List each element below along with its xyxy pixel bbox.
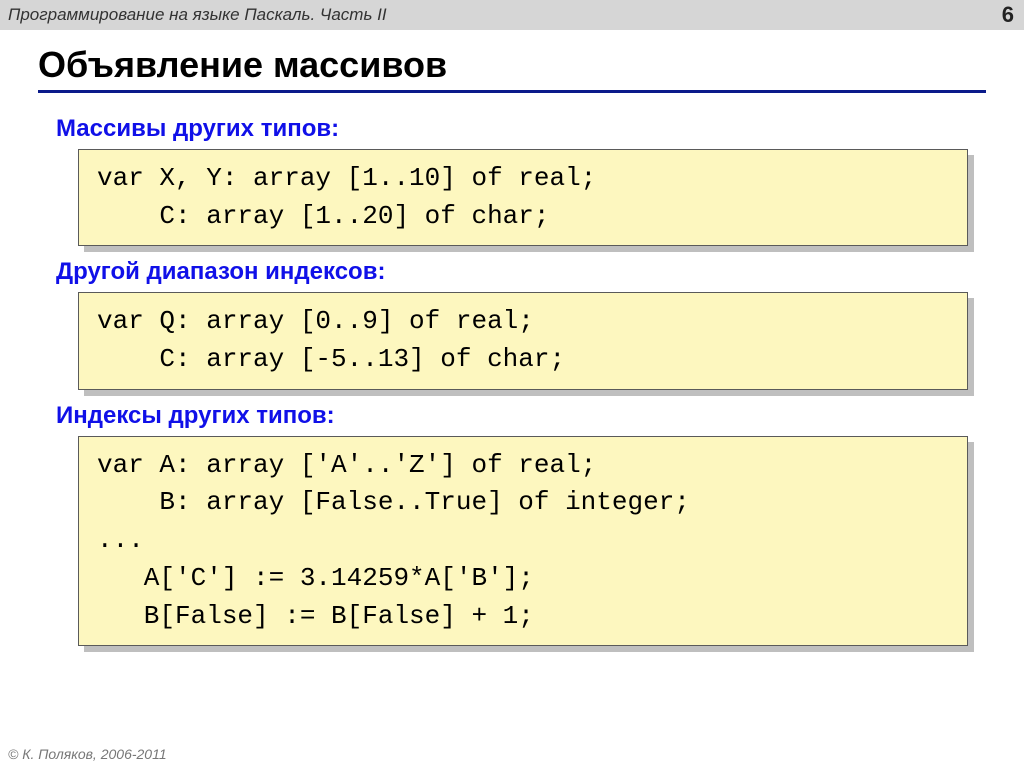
codebox-2: var A: array ['A'..'Z'] of real; B: arra…	[78, 436, 968, 646]
footer-copyright: © К. Поляков, 2006-2011	[8, 746, 167, 762]
codebox-wrap-0: var X, Y: array [1..10] of real; C: arra…	[78, 149, 968, 246]
section-label-2: Индексы других типов:	[56, 402, 968, 430]
codebox-wrap-2: var A: array ['A'..'Z'] of real; B: arra…	[78, 436, 968, 646]
section-label-0: Массивы других типов:	[56, 115, 968, 143]
slide: Программирование на языке Паскаль. Часть…	[0, 0, 1024, 768]
codebox-wrap-1: var Q: array [0..9] of real; C: array [-…	[78, 292, 968, 389]
course-title: Программирование на языке Паскаль. Часть…	[8, 5, 387, 25]
page-number: 6	[1002, 2, 1014, 28]
codebox-0: var X, Y: array [1..10] of real; C: arra…	[78, 149, 968, 246]
slide-title: Объявление массивов	[0, 30, 1024, 90]
top-bar: Программирование на языке Паскаль. Часть…	[0, 0, 1024, 30]
section-label-1: Другой диапазон индексов:	[56, 258, 968, 286]
content-area: Массивы других типов: var X, Y: array [1…	[0, 93, 1024, 646]
codebox-1: var Q: array [0..9] of real; C: array [-…	[78, 292, 968, 389]
